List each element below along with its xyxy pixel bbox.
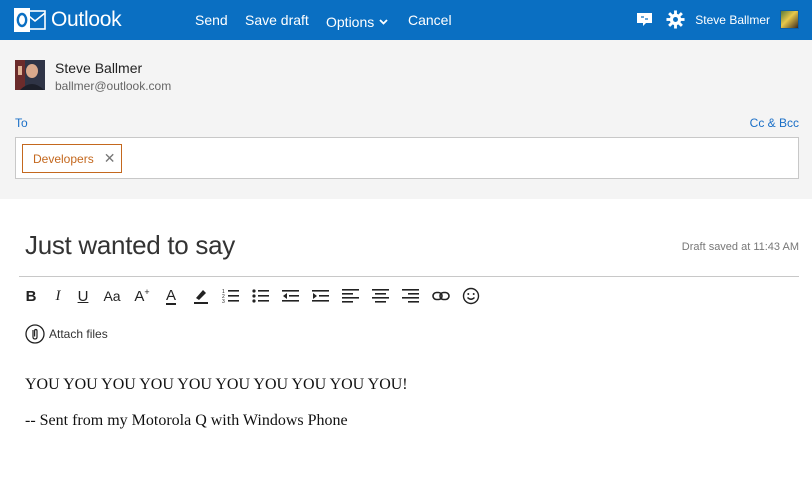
app-logo[interactable]: Outlook bbox=[14, 7, 122, 33]
insert-link-button[interactable] bbox=[429, 284, 453, 308]
font-color-icon: A bbox=[165, 286, 176, 305]
grow-font-icon: A+ bbox=[134, 287, 150, 305]
recipient-chip[interactable]: Developers ✕ bbox=[22, 144, 123, 173]
app-name: Outlook bbox=[51, 8, 122, 31]
bold-button[interactable]: B bbox=[19, 284, 43, 308]
outlook-logo-icon bbox=[14, 7, 46, 33]
account-avatar[interactable] bbox=[780, 10, 799, 29]
sender-avatar bbox=[15, 60, 45, 90]
smiley-icon bbox=[462, 287, 480, 305]
cc-bcc-link[interactable]: Cc & Bcc bbox=[750, 116, 799, 130]
decrease-indent-button[interactable] bbox=[279, 284, 303, 308]
save-draft-button[interactable]: Save draft bbox=[245, 12, 309, 28]
numbered-list-button[interactable]: 123 bbox=[219, 284, 243, 308]
emoticon-button[interactable] bbox=[459, 284, 483, 308]
font-color-button[interactable]: A bbox=[159, 284, 183, 308]
recipient-chip-label: Developers bbox=[33, 151, 94, 166]
remove-recipient-icon[interactable]: ✕ bbox=[104, 150, 116, 167]
chat-icon[interactable] bbox=[636, 11, 653, 33]
settings-gear-icon[interactable] bbox=[666, 10, 685, 34]
highlight-button[interactable] bbox=[189, 284, 213, 308]
cancel-button[interactable]: Cancel bbox=[408, 12, 452, 28]
subject-divider bbox=[19, 276, 799, 277]
align-left-icon bbox=[342, 289, 359, 303]
align-right-icon bbox=[402, 289, 419, 303]
svg-text:3: 3 bbox=[222, 299, 225, 304]
align-center-icon bbox=[372, 289, 389, 303]
to-link[interactable]: To bbox=[15, 116, 28, 130]
options-menu-button[interactable]: Options bbox=[326, 12, 388, 30]
paperclip-icon bbox=[25, 324, 45, 344]
grow-font-button[interactable]: A+ bbox=[130, 284, 154, 308]
message-signature-line[interactable]: -- Sent from my Motorola Q with Windows … bbox=[25, 412, 348, 430]
attach-files-label: Attach files bbox=[49, 327, 108, 341]
message-body-line[interactable]: YOU YOU YOU YOU YOU YOU YOU YOU YOU YOU! bbox=[25, 376, 408, 394]
link-icon bbox=[432, 291, 450, 301]
grow-font-letter: A bbox=[134, 288, 145, 305]
underline-button[interactable]: U bbox=[71, 284, 95, 308]
font-size-icon: Aa bbox=[103, 288, 121, 304]
chevron-down-icon bbox=[379, 12, 388, 28]
highlight-icon bbox=[194, 290, 208, 304]
subject-field[interactable]: Just wanted to say bbox=[25, 230, 235, 261]
sender-email: ballmer@outlook.com bbox=[55, 79, 172, 93]
underline-icon: U bbox=[77, 287, 89, 305]
increase-indent-button[interactable] bbox=[309, 284, 333, 308]
top-bar: Outlook Send Save draft Options Cancel S… bbox=[0, 0, 812, 40]
numbered-list-icon: 123 bbox=[222, 289, 239, 304]
message-header: Steve Ballmer ballmer@outlook.com To Cc … bbox=[0, 40, 812, 199]
draft-status: Draft saved at 11:43 AM bbox=[681, 241, 799, 253]
to-field[interactable]: Developers ✕ bbox=[15, 137, 799, 179]
attach-files-button[interactable]: Attach files bbox=[25, 324, 108, 344]
account-name[interactable]: Steve Ballmer bbox=[695, 13, 770, 27]
decrease-indent-icon bbox=[282, 290, 299, 302]
increase-indent-icon bbox=[312, 290, 329, 302]
align-left-button[interactable] bbox=[339, 284, 363, 308]
font-size-button[interactable]: Aa bbox=[100, 284, 124, 308]
align-center-button[interactable] bbox=[369, 284, 393, 308]
sender-name: Steve Ballmer bbox=[55, 60, 143, 76]
bulleted-list-icon bbox=[252, 289, 269, 303]
options-label: Options bbox=[326, 14, 375, 30]
send-button[interactable]: Send bbox=[195, 12, 228, 28]
bulleted-list-button[interactable] bbox=[249, 284, 273, 308]
italic-button[interactable]: I bbox=[46, 284, 70, 308]
italic-icon: I bbox=[55, 287, 61, 304]
align-right-button[interactable] bbox=[399, 284, 423, 308]
bold-icon: B bbox=[25, 287, 37, 305]
